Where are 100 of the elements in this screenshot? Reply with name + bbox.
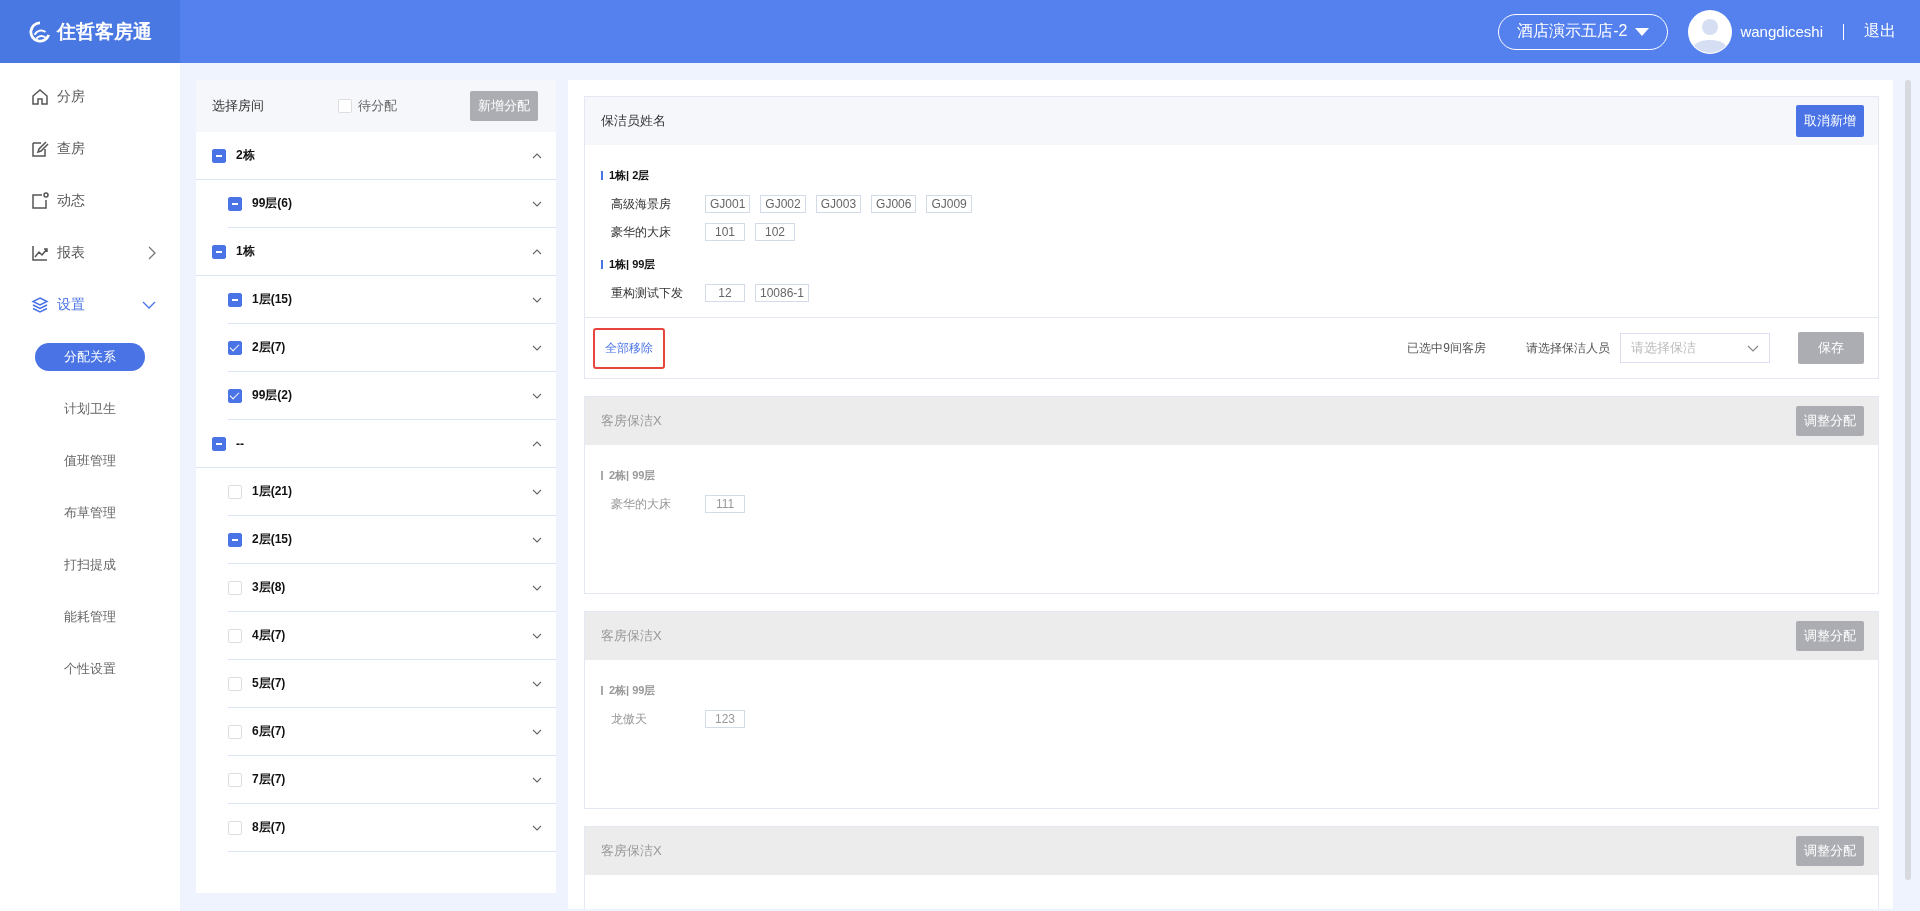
- room-type: 重构测试下发: [610, 284, 684, 302]
- floor-row[interactable]: 5层(7): [228, 660, 556, 708]
- layers-icon: [31, 296, 49, 314]
- chevron-down-icon[interactable]: [532, 296, 542, 303]
- room-tag: 102: [755, 223, 795, 241]
- checkbox[interactable]: [212, 244, 226, 259]
- floor-row[interactable]: 99层(2): [228, 372, 556, 420]
- submenu-item[interactable]: 能耗管理: [35, 603, 145, 631]
- nav-item[interactable]: 查房: [0, 123, 180, 175]
- chevron-up-icon[interactable]: [532, 248, 542, 255]
- scrollbar[interactable]: [1905, 80, 1911, 880]
- username: wangdiceshi: [1740, 23, 1823, 40]
- floor-heading: 2栋| 99层: [609, 467, 656, 483]
- checkbox[interactable]: [228, 532, 242, 547]
- submenu-item[interactable]: 布草管理: [35, 499, 145, 527]
- room-type: 豪华的大床: [610, 223, 672, 241]
- floor-label[interactable]: 7层(7): [252, 771, 286, 788]
- cleaner-name: 客房保洁X: [601, 842, 662, 860]
- submenu-item[interactable]: 分配关系: [35, 343, 145, 371]
- building-label[interactable]: 2栋: [236, 147, 255, 164]
- floor-label[interactable]: 2层(7): [252, 339, 286, 356]
- floor-row[interactable]: 6层(7): [228, 708, 556, 756]
- checkbox[interactable]: [228, 340, 242, 355]
- room-tag: 123: [705, 710, 745, 728]
- chevron-down-icon: [1747, 344, 1759, 352]
- chevron-down-icon[interactable]: [532, 200, 542, 207]
- nav-item[interactable]: 动态: [0, 175, 180, 227]
- checkbox[interactable]: [212, 148, 226, 163]
- floor-label[interactable]: 1层(15): [252, 291, 292, 308]
- room-tag: GJ002: [760, 195, 806, 213]
- floor-heading: 2栋| 99层: [609, 682, 656, 698]
- field-label: 请选择保洁人员: [1526, 339, 1610, 357]
- floor-label[interactable]: 99层(6): [252, 195, 292, 212]
- room-tag: GJ001: [705, 195, 751, 213]
- chevron-down-icon[interactable]: [532, 824, 542, 831]
- checkbox[interactable]: [228, 292, 242, 307]
- chevron-down-icon[interactable]: [532, 632, 542, 639]
- logo-icon: [28, 20, 51, 43]
- floor-label[interactable]: 8层(7): [252, 819, 286, 836]
- submenu-item[interactable]: 个性设置: [35, 655, 145, 683]
- floor-label[interactable]: 6层(7): [252, 723, 286, 740]
- floor-label[interactable]: 5层(7): [252, 675, 286, 692]
- room-tag: 10086-1: [755, 284, 810, 302]
- remove-all-link[interactable]: 全部移除: [593, 327, 665, 369]
- room-type: 高级海景房: [610, 195, 672, 213]
- floor-row[interactable]: 2层(15): [228, 516, 556, 564]
- floor-row[interactable]: 1层(21): [228, 468, 556, 516]
- checkbox[interactable]: [228, 388, 242, 403]
- floor-heading: 1栋| 99层: [609, 256, 656, 272]
- chevron-down-icon[interactable]: [532, 344, 542, 351]
- room-tag: GJ006: [871, 195, 917, 213]
- nav-item[interactable]: 设置: [0, 279, 180, 331]
- chevron-down-icon[interactable]: [532, 392, 542, 399]
- checkbox[interactable]: [228, 196, 242, 211]
- floor-row[interactable]: 99层(6): [228, 180, 556, 228]
- room-type: 龙傲天: [610, 710, 648, 728]
- home-icon: [31, 88, 49, 106]
- room-tag: 111: [705, 495, 745, 513]
- building-row[interactable]: 1栋: [196, 228, 556, 276]
- avatar-icon[interactable]: [1688, 9, 1733, 54]
- floor-row[interactable]: 3层(8): [228, 564, 556, 612]
- room-type: 豪华的大床: [610, 495, 672, 513]
- nav-item[interactable]: 报表: [0, 227, 180, 279]
- floor-row[interactable]: 7层(7): [228, 756, 556, 804]
- cancel-button[interactable]: 取消新增: [1796, 105, 1864, 137]
- submenu-item[interactable]: 值班管理: [35, 447, 145, 475]
- building-label[interactable]: 1栋: [236, 243, 255, 260]
- floor-row[interactable]: 8层(7): [228, 804, 556, 852]
- submenu-item[interactable]: 计划卫生: [35, 395, 145, 423]
- app-name: 住哲客房通: [56, 19, 152, 44]
- chevron-down-icon[interactable]: [532, 728, 542, 735]
- caret-icon: [1635, 27, 1650, 36]
- selected-count: 已选中9间客房: [1407, 339, 1486, 357]
- floor-label[interactable]: 3层(8): [252, 579, 286, 596]
- floor-label[interactable]: 99层(2): [252, 387, 292, 404]
- logout-link[interactable]: 退出: [1864, 21, 1896, 42]
- nav-item[interactable]: 分房: [0, 71, 180, 123]
- floor-label[interactable]: 4层(7): [252, 627, 286, 644]
- building-row[interactable]: 2栋: [196, 132, 556, 180]
- edit-icon: [31, 140, 49, 158]
- checkbox[interactable]: [212, 436, 226, 451]
- building-label[interactable]: --: [236, 436, 244, 451]
- floor-row[interactable]: 4层(7): [228, 612, 556, 660]
- chart-icon: [31, 244, 49, 262]
- chevron-up-icon[interactable]: [532, 152, 542, 159]
- chevron-down-icon[interactable]: [532, 776, 542, 783]
- cleaner-name: 客房保洁X: [601, 627, 662, 645]
- building-row[interactable]: --: [196, 420, 556, 468]
- floor-heading: 1栋| 2层: [609, 167, 650, 183]
- chevron-down-icon[interactable]: [532, 488, 542, 495]
- floor-label[interactable]: 2层(15): [252, 531, 292, 548]
- chevron-down-icon[interactable]: [532, 584, 542, 591]
- submenu-item[interactable]: 打扫提成: [35, 551, 145, 579]
- chevron-up-icon[interactable]: [532, 440, 542, 447]
- chevron-down-icon[interactable]: [532, 536, 542, 543]
- floor-row[interactable]: 2层(7): [228, 324, 556, 372]
- floor-row[interactable]: 1层(15): [228, 276, 556, 324]
- chevron-down-icon[interactable]: [532, 680, 542, 687]
- room-tag: 12: [705, 284, 745, 302]
- floor-label[interactable]: 1层(21): [252, 483, 292, 500]
